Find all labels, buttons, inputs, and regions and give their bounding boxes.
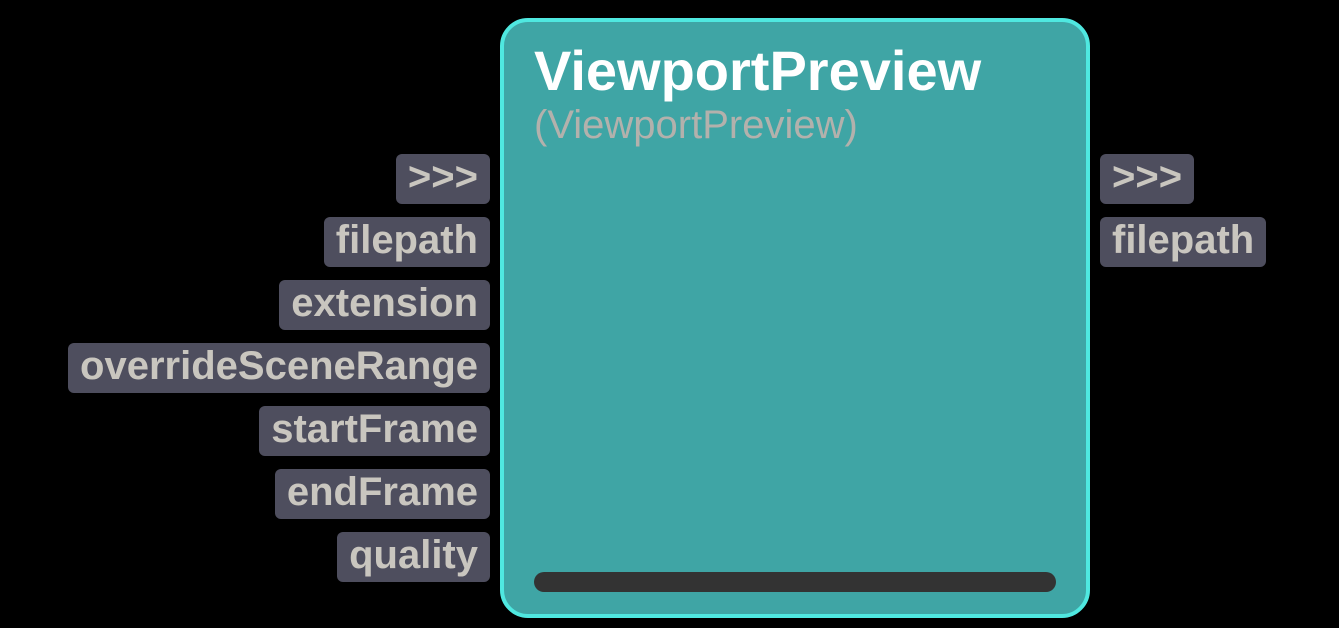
port-label: endFrame bbox=[287, 470, 478, 514]
input-port-extension[interactable]: extension bbox=[279, 280, 490, 330]
input-port-exec[interactable]: >>> bbox=[396, 154, 490, 204]
input-port-quality[interactable]: quality bbox=[337, 532, 490, 582]
port-label: >>> bbox=[1112, 155, 1182, 199]
output-port-exec[interactable]: >>> bbox=[1100, 154, 1194, 204]
port-label: quality bbox=[349, 533, 478, 577]
port-label: filepath bbox=[336, 218, 478, 262]
input-port-endFrame[interactable]: endFrame bbox=[275, 469, 490, 519]
node-subtitle: (ViewportPreview) bbox=[534, 103, 1056, 148]
port-label: >>> bbox=[408, 155, 478, 199]
port-label: extension bbox=[291, 281, 478, 325]
node-body[interactable]: ViewportPreview (ViewportPreview) bbox=[500, 18, 1090, 618]
node-title: ViewportPreview bbox=[534, 42, 1056, 101]
port-label: startFrame bbox=[271, 407, 478, 451]
port-label: overrideSceneRange bbox=[80, 344, 478, 388]
input-port-filepath[interactable]: filepath bbox=[324, 217, 490, 267]
input-port-startFrame[interactable]: startFrame bbox=[259, 406, 490, 456]
input-port-overrideSceneRange[interactable]: overrideSceneRange bbox=[68, 343, 490, 393]
port-label: filepath bbox=[1112, 218, 1254, 262]
node-footer-bar bbox=[534, 572, 1056, 592]
output-port-filepath[interactable]: filepath bbox=[1100, 217, 1266, 267]
